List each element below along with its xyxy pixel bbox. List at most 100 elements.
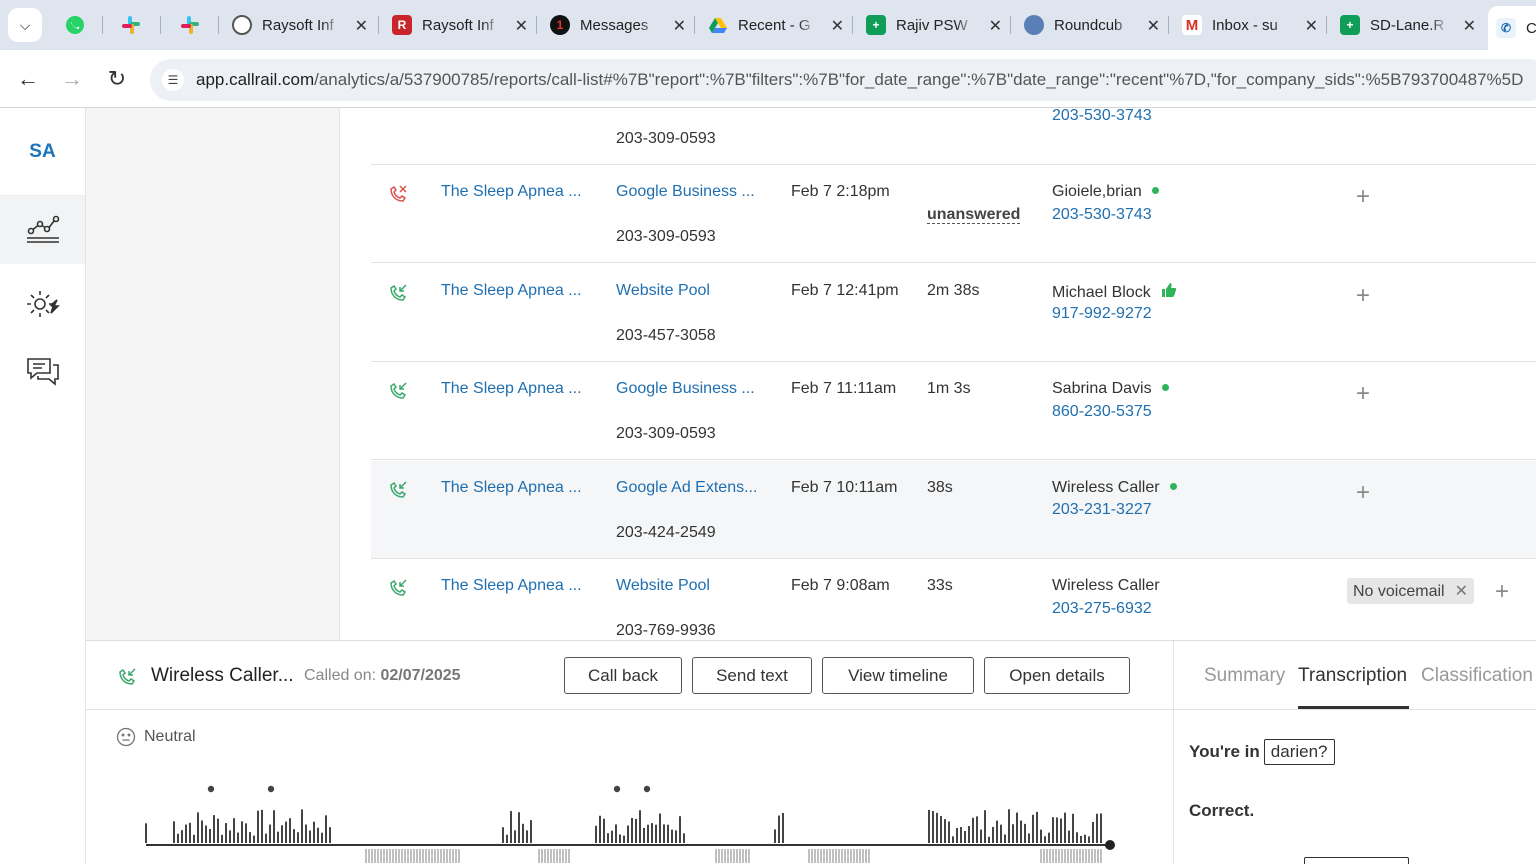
url-text: app.callrail.com/analytics/a/537900785/r… <box>196 70 1524 89</box>
view-timeline-button[interactable]: View timeline <box>822 657 974 694</box>
rail-item-analytics[interactable] <box>0 196 85 264</box>
table-row[interactable]: 203-309-0593 203-530-3743 <box>371 108 1536 165</box>
table-row[interactable]: The Sleep Apnea ... Website Pool 203-769… <box>371 559 1536 640</box>
browser-tab-strip: ⌵ Raysoft Inf ✕ R Raysoft Inf ✕ 1 Messag… <box>0 0 1536 50</box>
browser-tab-8[interactable]: + SD-Lane.R ✕ <box>1332 8 1482 42</box>
caller-name[interactable]: Michael Block <box>1052 282 1177 302</box>
status-dot <box>1161 384 1169 391</box>
arrow-left-icon: ← <box>17 66 39 91</box>
conversations-icon <box>26 358 59 386</box>
browser-toolbar: ← → ↻ ☰ app.callrail.com/analytics/a/537… <box>0 50 1536 108</box>
open-details-button[interactable]: Open details <box>984 657 1130 694</box>
transcript-line: Correct. <box>1189 801 1255 820</box>
site-info-icon[interactable]: ☰ <box>162 69 184 91</box>
close-tab-icon[interactable]: ✕ <box>989 16 1002 36</box>
slack-icon <box>122 16 140 34</box>
caller-name[interactable]: Gioiele,brian <box>1052 183 1159 201</box>
playhead <box>1105 840 1115 850</box>
table-row[interactable]: The Sleep Apnea ... Google Business ... … <box>371 362 1536 460</box>
add-tag-button[interactable]: + <box>1356 282 1370 310</box>
inbound-call-icon <box>390 579 407 596</box>
detail-caller-name: Wireless Caller... <box>151 665 294 686</box>
close-tab-icon[interactable]: ✕ <box>515 16 528 36</box>
call-waveform[interactable] <box>141 781 1121 864</box>
call-list: 203-309-0593 203-530-3743 The Sleep Apne… <box>341 108 1536 640</box>
call-tag[interactable]: No voicemail ✕ <box>1347 578 1474 604</box>
address-bar[interactable]: ☰ app.callrail.com/analytics/a/537900785… <box>150 59 1536 101</box>
table-row[interactable]: The Sleep Apnea ... Google Business ... … <box>371 165 1536 263</box>
called-on: Called on: 02/07/2025 <box>304 667 461 684</box>
browser-tab-5[interactable]: + Rajiv PSW ✕ <box>858 8 1008 42</box>
transcript-highlight <box>1304 857 1409 864</box>
analytics-icon <box>26 215 59 243</box>
slack-pinned-tab-2[interactable] <box>177 12 203 38</box>
tab-summary[interactable]: Summary <box>1204 665 1285 687</box>
add-tag-button[interactable]: + <box>1356 183 1370 211</box>
add-tag-button[interactable]: + <box>1356 380 1370 408</box>
send-text-button[interactable]: Send text <box>692 657 812 694</box>
drive-icon <box>709 18 727 33</box>
waveform-event-dot <box>613 785 621 793</box>
add-tag-button[interactable]: + <box>1356 479 1370 507</box>
back-button[interactable]: ← <box>12 63 44 95</box>
browser-tab-4[interactable]: Recent - G ✕ <box>700 8 850 42</box>
filter-column <box>86 108 340 640</box>
close-tab-icon[interactable]: ✕ <box>1305 16 1318 36</box>
status-dot <box>1151 187 1159 194</box>
status-dot <box>1169 483 1177 490</box>
reload-button[interactable]: ↻ <box>101 63 133 95</box>
call-detail-header: Wireless Caller... Called on: 02/07/2025… <box>86 641 1173 710</box>
tab-classification[interactable]: Classification <box>1421 665 1533 687</box>
slack-icon <box>181 16 199 34</box>
roundcube-icon <box>1024 15 1044 35</box>
inbound-call-icon <box>390 284 407 301</box>
close-tab-icon[interactable]: ✕ <box>1147 16 1160 36</box>
call-status[interactable]: unanswered <box>927 206 1021 224</box>
caller-name[interactable]: Wireless Caller <box>1052 479 1177 497</box>
close-tab-icon[interactable]: ✕ <box>831 16 844 36</box>
waveform-event-dot <box>207 785 215 793</box>
table-row[interactable]: The Sleep Apnea ... Website Pool 203-457… <box>371 264 1536 362</box>
sheets-icon: + <box>1340 15 1360 35</box>
remove-tag-icon[interactable]: ✕ <box>1455 583 1468 600</box>
neutral-face-icon <box>116 727 136 747</box>
chevron-down-icon: ⌵ <box>19 16 31 33</box>
browser-tab-active[interactable]: ✆ C <box>1488 6 1536 50</box>
rail-item-conversations[interactable] <box>0 338 85 406</box>
rail-item-settings[interactable] <box>0 270 85 338</box>
inbound-call-icon <box>119 668 136 685</box>
browser-tab-2[interactable]: R Raysoft Inf ✕ <box>384 8 534 42</box>
whatsapp-pinned-tab[interactable] <box>62 12 88 38</box>
caller-name[interactable]: Wireless Caller <box>1052 577 1160 595</box>
gmail-icon: M <box>1182 15 1202 35</box>
missed-call-icon <box>390 185 407 202</box>
callrail-icon: ✆ <box>1496 18 1516 38</box>
sheets-icon: + <box>866 15 886 35</box>
browser-tab-6[interactable]: Roundcub ✕ <box>1016 8 1166 42</box>
app-left-rail: SA <box>0 108 86 864</box>
close-tab-icon[interactable]: ✕ <box>1463 16 1476 36</box>
transcript-highlight[interactable]: darien? <box>1263 739 1335 765</box>
add-tag-button[interactable]: + <box>1495 578 1509 606</box>
reload-icon: ↻ <box>107 66 127 91</box>
tab-transcription[interactable]: Transcription <box>1298 665 1407 687</box>
active-tab-indicator <box>1298 706 1409 709</box>
close-tab-icon[interactable]: ✕ <box>355 16 368 36</box>
detail-side-panel: Summary Transcription Classification You… <box>1173 641 1536 864</box>
table-row-selected[interactable]: The Sleep Apnea ... Google Ad Extens... … <box>371 461 1536 559</box>
browser-tab-3[interactable]: 1 Messages ✕ <box>542 8 692 42</box>
tab-search-button[interactable]: ⌵ <box>8 8 42 42</box>
whatsapp-icon <box>66 16 84 34</box>
call-detail-panel: Wireless Caller... Called on: 02/07/2025… <box>86 640 1536 864</box>
browser-tab-1[interactable]: Raysoft Inf ✕ <box>224 8 374 42</box>
call-back-button[interactable]: Call back <box>564 657 682 694</box>
forward-button[interactable]: → <box>56 63 88 95</box>
settings-icon <box>26 291 60 317</box>
sentiment-indicator: Neutral <box>116 727 196 747</box>
close-tab-icon[interactable]: ✕ <box>673 16 686 36</box>
caller-name[interactable]: Sabrina Davis <box>1052 380 1169 398</box>
browser-tab-7[interactable]: M Inbox - su ✕ <box>1174 8 1324 42</box>
raysoft-icon: R <box>392 15 412 35</box>
slack-pinned-tab-1[interactable] <box>118 12 144 38</box>
account-logo[interactable]: SA <box>0 108 85 196</box>
